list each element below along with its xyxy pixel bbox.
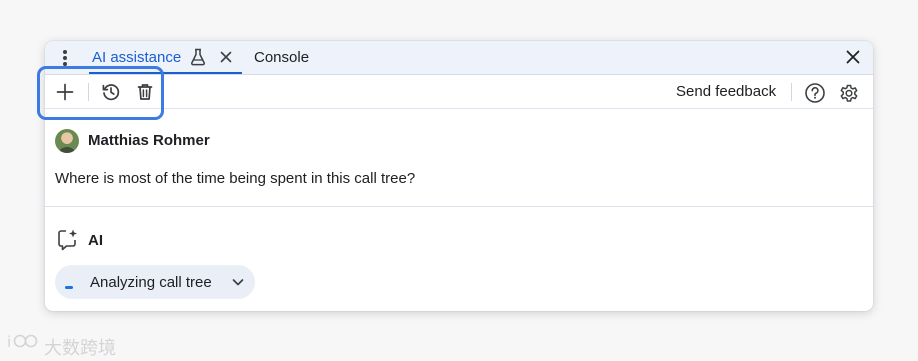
- toolbar-highlight-box: [37, 66, 164, 120]
- chevron-down-icon[interactable]: [230, 274, 246, 295]
- avatar: [55, 129, 79, 153]
- ai-spark-chat-icon: [57, 228, 79, 257]
- user-name: Matthias Rohmer: [88, 132, 210, 149]
- kebab-menu-icon[interactable]: [59, 49, 71, 67]
- send-feedback-link[interactable]: Send feedback: [676, 83, 776, 100]
- loading-spinner-icon: [65, 286, 73, 289]
- close-panel-icon[interactable]: [845, 49, 861, 70]
- tab-console[interactable]: Console: [254, 49, 309, 66]
- toolbar: Send feedback: [45, 75, 873, 109]
- user-message-text: Where is most of the time being spent in…: [55, 170, 416, 187]
- watermark-text: 大数跨境: [44, 338, 116, 359]
- watermark: i 大数跨境: [6, 330, 116, 359]
- analysis-step-chip[interactable]: Analyzing call tree: [55, 265, 255, 299]
- watermark-logo-icon: i: [7, 333, 38, 351]
- toolbar-separator: [791, 83, 792, 101]
- help-icon[interactable]: [804, 82, 826, 109]
- flask-icon: [190, 48, 206, 71]
- message-divider: [45, 206, 873, 207]
- svg-text:i: i: [7, 333, 11, 351]
- step-label: Analyzing call tree: [90, 274, 212, 291]
- ai-assistance-panel: AI assistance Console Send feedback Matt…: [45, 41, 873, 311]
- tab-bar: AI assistance Console: [45, 41, 873, 75]
- gear-icon[interactable]: [838, 82, 860, 109]
- ai-label: AI: [88, 232, 103, 249]
- tab-ai-assistance-label: AI assistance: [92, 49, 182, 66]
- close-tab-icon[interactable]: [218, 49, 234, 70]
